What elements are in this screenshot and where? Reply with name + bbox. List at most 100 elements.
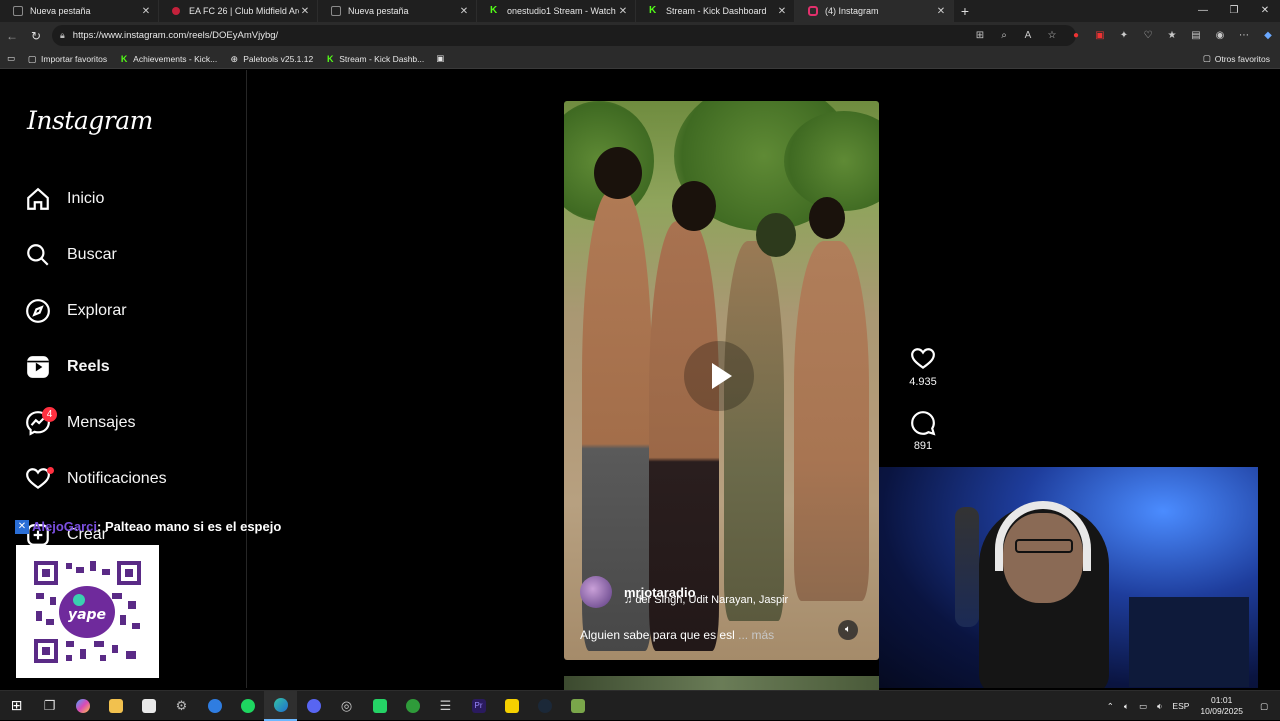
close-tab-icon[interactable]: ✕ — [617, 6, 629, 17]
favorite-star-icon[interactable]: ☆ — [1040, 30, 1064, 41]
extensions-puzzle-icon[interactable]: ✦ — [1112, 30, 1136, 41]
task-view-icon[interactable]: ❐ — [33, 691, 66, 721]
favorites-icon[interactable]: ★ — [1160, 30, 1184, 41]
app-available-icon[interactable]: ⊞ — [968, 30, 992, 41]
message-count-badge: 4 — [42, 407, 57, 422]
system-tray: ⌃ 🔈︎ ▭ 🔉︎ ESP 01:01 10/09/2025 ▢ — [1102, 691, 1280, 721]
tab-1[interactable]: Nueva pestaña ✕ — [0, 0, 159, 22]
close-tab-icon[interactable]: ✕ — [299, 6, 311, 17]
whatsapp-store-icon[interactable] — [363, 691, 396, 721]
app-outline-icon[interactable]: ◎ — [330, 691, 363, 721]
network-icon[interactable]: ▭ — [1139, 701, 1147, 712]
edge-icon[interactable] — [264, 690, 297, 721]
volume-icon[interactable]: 🔉︎ — [1157, 701, 1162, 712]
settings-icon[interactable]: ⚙ — [165, 691, 198, 721]
stream-chat-message: ✕ AlejoGarci : Palteao mano si es el esp… — [15, 519, 281, 534]
profile-avatar-icon[interactable]: ◉ — [1208, 30, 1232, 41]
close-tab-icon[interactable]: ✕ — [776, 6, 788, 17]
restore-icon[interactable]: ❐ — [1219, 0, 1249, 22]
nav-explorar[interactable]: Explorar — [25, 293, 127, 329]
read-aloud-icon[interactable]: A — [1016, 30, 1040, 41]
reel-video[interactable]: mrjotaradio ♫ der Singh, Udit Narayan, J… — [564, 101, 879, 660]
bookmark-import[interactable]: ▢ Importar favoritos — [27, 54, 107, 64]
tab-label: Nueva pestaña — [30, 6, 91, 16]
kick-badge-icon: ✕ — [15, 519, 29, 534]
other-favorites[interactable]: ▢ Otros favoritos — [1203, 53, 1270, 64]
comment-action[interactable]: 891 — [903, 410, 943, 452]
person-figure — [794, 241, 869, 601]
reel-author[interactable]: mrjotaradio ♫ der Singh, Udit Narayan, J… — [580, 576, 788, 608]
nav-inicio[interactable]: Inicio — [25, 181, 104, 217]
clock[interactable]: 01:01 10/09/2025 — [1200, 695, 1243, 717]
address-bar-row: ← ↻ 🔒︎ https://www.instagram.com/reels/D… — [0, 22, 1280, 49]
bookmark-paletools[interactable]: ⊕ Paletools v25.1.12 — [229, 54, 313, 64]
extension-icon[interactable]: ▣ — [1088, 30, 1112, 41]
speaker-icon[interactable]: 🔈︎ — [1124, 701, 1129, 712]
person-head — [594, 147, 642, 199]
discord-icon[interactable] — [297, 691, 330, 721]
kick-icon: K — [120, 53, 128, 64]
nav-mensajes[interactable]: 4 Mensajes — [25, 405, 135, 441]
extension-red-icon[interactable]: ● — [1064, 30, 1088, 41]
browser-essentials-icon[interactable]: ♡ — [1136, 30, 1160, 41]
tab-3[interactable]: Nueva pestaña ✕ — [318, 0, 477, 22]
next-reel-preview[interactable] — [564, 676, 879, 690]
tools-icon[interactable]: ☰ — [429, 691, 462, 721]
bookmark-achievements[interactable]: K Achievements - Kick... — [119, 54, 217, 64]
more-menu-icon[interactable]: ⋯ — [1232, 30, 1256, 41]
webcam-overlay — [879, 467, 1258, 688]
bookmark-folder-icon[interactable]: ▣ — [436, 53, 444, 64]
volume-icon[interactable]: 🔈︎ — [838, 620, 858, 640]
tab-5[interactable]: K Stream - Kick Dashboard ✕ — [636, 0, 795, 22]
start-icon[interactable]: ⊞ — [0, 691, 33, 721]
url-field[interactable]: 🔒︎ https://www.instagram.com/reels/DOEyA… — [52, 25, 1076, 46]
close-window-icon[interactable]: ✕ — [1250, 0, 1280, 22]
back-icon[interactable]: ← — [0, 29, 24, 43]
zoom-icon[interactable]: ⌕ — [992, 30, 1016, 41]
calculator-icon[interactable] — [132, 691, 165, 721]
chevron-up-icon[interactable]: ⌃ — [1107, 701, 1114, 712]
sidebar-toggle-icon[interactable]: ▭ — [7, 53, 15, 64]
minimize-icon[interactable]: — — [1188, 0, 1218, 22]
nav-label: Explorar — [67, 302, 127, 319]
xbox-icon[interactable] — [396, 691, 429, 721]
premiere-icon[interactable]: Pr — [462, 691, 495, 721]
chat-text: : Palteao mano si es el espejo — [97, 519, 282, 534]
steam-icon[interactable] — [528, 691, 561, 721]
tab-6[interactable]: (4) Instagram ✕ — [795, 0, 954, 22]
nav-reels[interactable]: Reels — [25, 349, 110, 385]
url-text: https://www.instagram.com/reels/DOEyAmVj… — [72, 30, 279, 41]
author-avatar[interactable] — [580, 576, 612, 608]
bookmark-stream-dashboard[interactable]: K Stream - Kick Dashb... — [325, 54, 424, 64]
notification-icon[interactable]: ▢ — [1260, 701, 1268, 712]
nav-notificaciones[interactable]: Notificaciones — [25, 461, 167, 497]
more-link[interactable]: ... más — [738, 628, 774, 642]
spotify-icon[interactable] — [231, 691, 264, 721]
new-tab-button[interactable]: + — [954, 3, 976, 19]
clock-date: 10/09/2025 — [1200, 706, 1243, 716]
app-blue-icon[interactable] — [198, 691, 231, 721]
play-button[interactable] — [684, 341, 754, 411]
close-tab-icon[interactable]: ✕ — [935, 6, 947, 17]
nav-buscar[interactable]: Buscar — [25, 237, 117, 273]
music-note-icon: ♫ — [624, 594, 636, 606]
tab-2[interactable]: EA FC 26 | Club Midfield Archetype ✕ — [159, 0, 318, 22]
reel-music[interactable]: ♫ der Singh, Udit Narayan, Jaspir — [624, 594, 788, 606]
copilot-icon[interactable]: ◆ — [1256, 30, 1280, 41]
tab-label: onestudio1 Stream - Watch Live on — [507, 6, 617, 16]
file-explorer-icon[interactable] — [99, 691, 132, 721]
language-indicator[interactable]: ESP — [1172, 701, 1189, 711]
kick-icon: K — [326, 53, 334, 64]
close-tab-icon[interactable]: ✕ — [458, 6, 470, 17]
sticky-notes-icon[interactable] — [495, 691, 528, 721]
chat-username: AlejoGarci — [32, 519, 98, 534]
like-action[interactable]: 4.935 — [903, 346, 943, 388]
tab-4[interactable]: K onestudio1 Stream - Watch Live on ✕ — [477, 0, 636, 22]
app-stack-icon[interactable] — [561, 691, 594, 721]
reload-icon[interactable]: ↻ — [24, 29, 48, 43]
collections-icon[interactable]: ▤ — [1184, 30, 1208, 41]
copilot-taskbar-icon[interactable] — [66, 691, 99, 721]
instagram-logo[interactable]: Instagram — [27, 106, 153, 135]
close-tab-icon[interactable]: ✕ — [140, 6, 152, 17]
globe-icon: ⊕ — [230, 53, 239, 64]
